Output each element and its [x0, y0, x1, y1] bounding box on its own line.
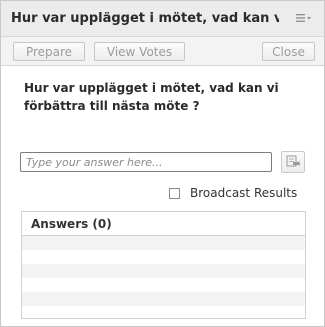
broadcast-results-label: Broadcast Results: [190, 186, 298, 200]
list-item: [22, 278, 305, 292]
list-item: [22, 292, 305, 306]
list-item: [22, 236, 305, 250]
poll-question: Hur var upplägget i mötet, vad kan vi fö…: [24, 81, 279, 113]
answer-input[interactable]: [20, 152, 272, 172]
broadcast-results: Broadcast Results: [169, 186, 297, 200]
close-button[interactable]: Close: [262, 42, 315, 61]
answers-header: Answers (0): [22, 212, 305, 236]
hamburger-menu-icon: [296, 12, 312, 26]
poll-toolbar: Prepare View Votes Close: [1, 37, 324, 66]
answers-list: Answers (0): [21, 211, 306, 319]
broadcast-results-checkbox[interactable]: [169, 187, 180, 199]
panel-header: Hur var upplägget i mötet, vad kan vi...: [1, 1, 324, 37]
list-item: [22, 264, 305, 278]
poll-panel: Hur var upplägget i mötet, vad kan vi...…: [0, 0, 325, 327]
send-icon: [286, 153, 300, 172]
prepare-button[interactable]: Prepare: [13, 42, 85, 61]
view-votes-button[interactable]: View Votes: [94, 42, 185, 61]
panel-title: Hur var upplägget i mötet, vad kan vi...: [11, 11, 279, 26]
menu-button[interactable]: [294, 11, 314, 27]
list-item: [22, 250, 305, 264]
send-answer-button[interactable]: [281, 151, 305, 173]
list-item: [22, 306, 305, 320]
